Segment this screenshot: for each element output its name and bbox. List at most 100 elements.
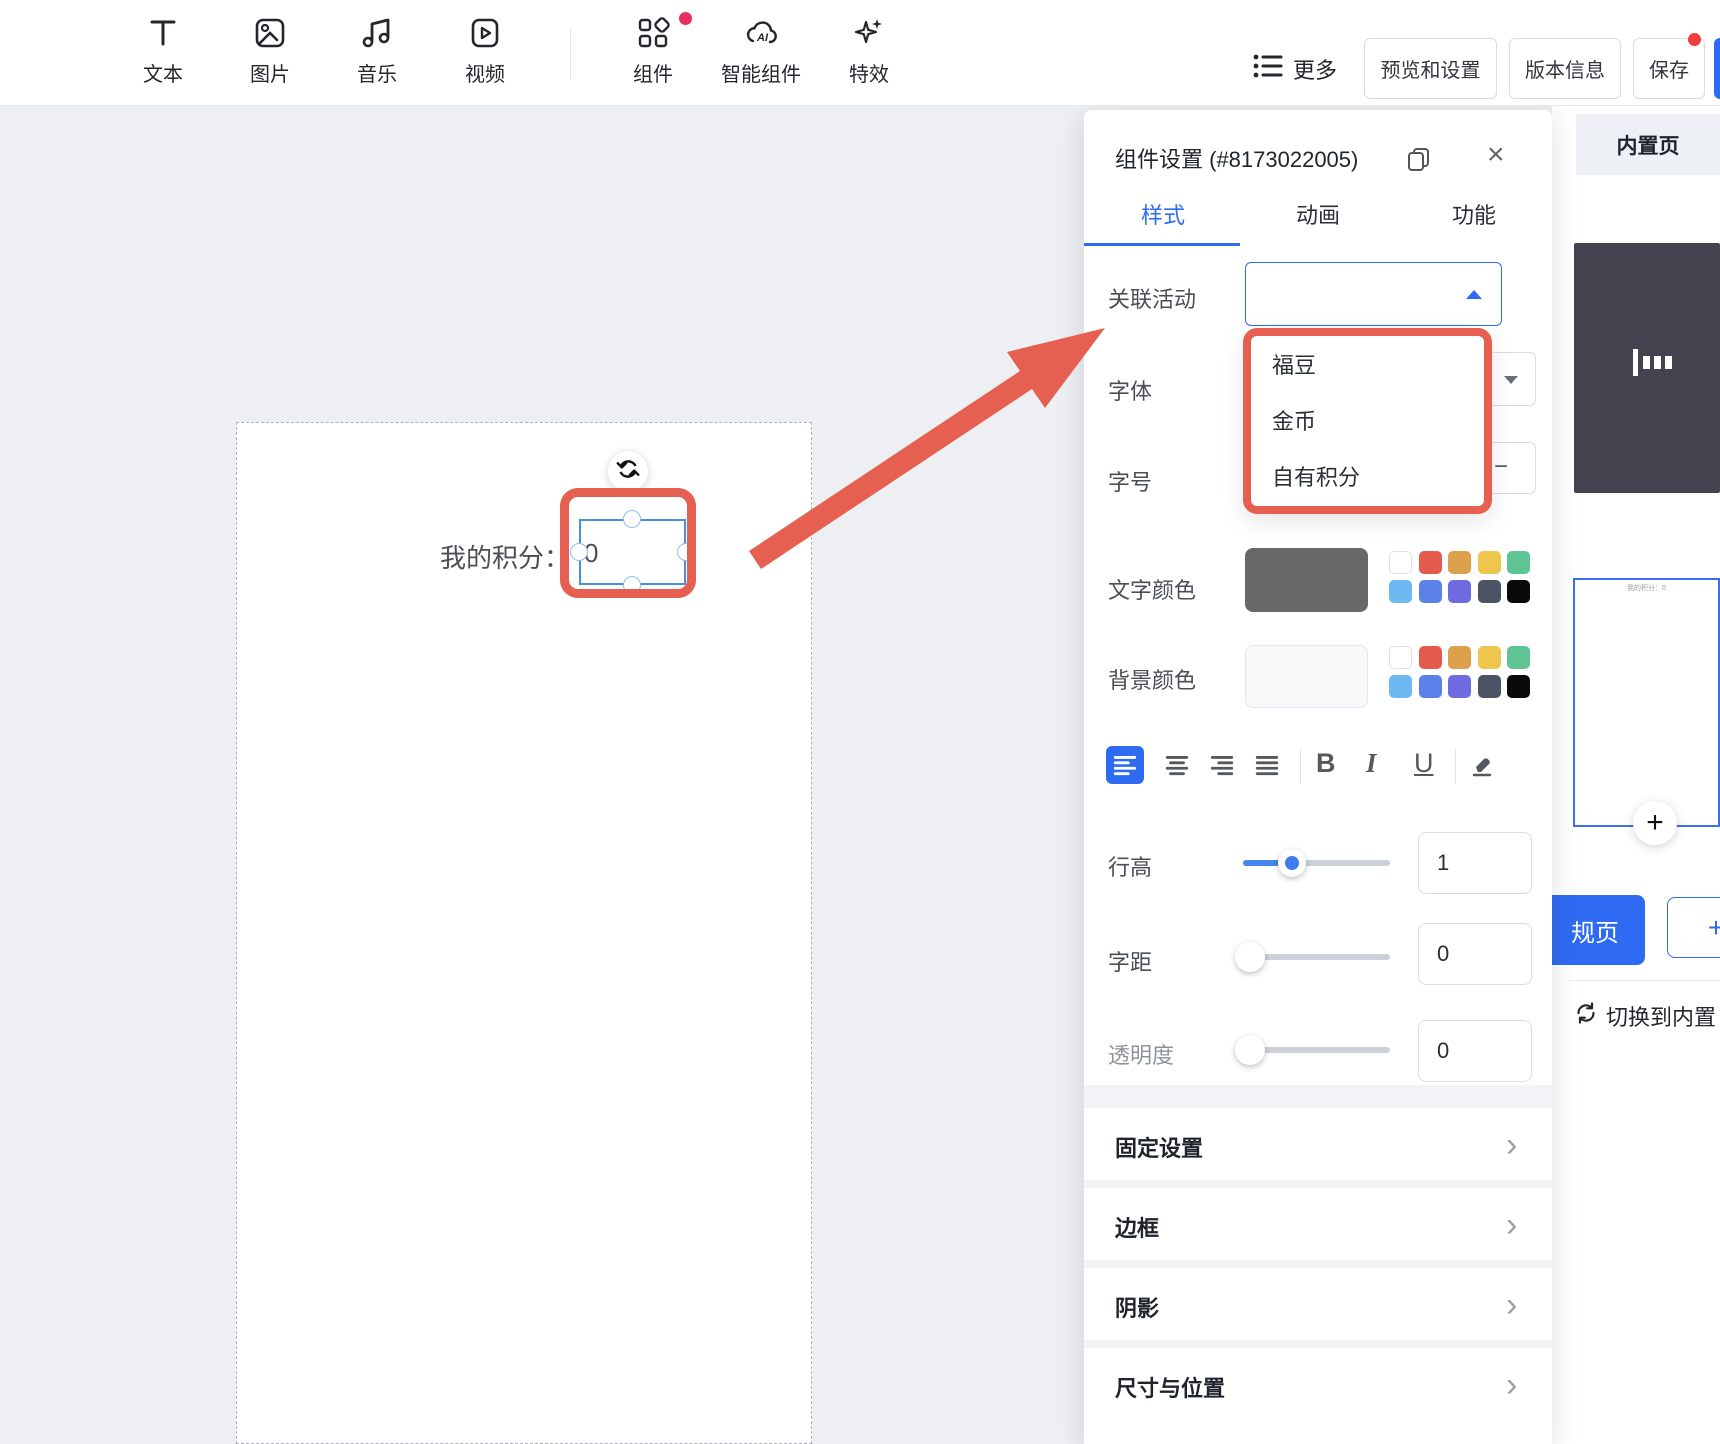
page-thumbnail-dark[interactable] bbox=[1574, 243, 1720, 493]
ai-components-icon: AI bbox=[744, 16, 778, 50]
palette-swatch[interactable] bbox=[1478, 646, 1501, 669]
add-page-button[interactable]: + bbox=[1633, 801, 1677, 845]
activity-select[interactable] bbox=[1245, 262, 1502, 326]
section-gap bbox=[1084, 1260, 1552, 1268]
align-left-button[interactable] bbox=[1106, 746, 1144, 784]
effects-icon bbox=[852, 16, 886, 50]
letter-spacing-input[interactable] bbox=[1418, 923, 1532, 985]
align-justify-button[interactable] bbox=[1248, 746, 1286, 784]
rotate-icon bbox=[616, 457, 640, 486]
letter-spacing-label: 字距 bbox=[1108, 945, 1152, 977]
tool-image[interactable]: 图片 bbox=[222, 8, 318, 98]
page-thumbnail-current[interactable]: 我的积分：0 bbox=[1573, 578, 1720, 827]
chevron-right-icon: › bbox=[1506, 1130, 1517, 1160]
section-label: 阴影 bbox=[1115, 1291, 1159, 1323]
palette-swatch[interactable] bbox=[1448, 646, 1471, 669]
section-gap bbox=[1084, 1340, 1552, 1348]
tab-style[interactable]: 样式 bbox=[1141, 198, 1185, 230]
switch-to-builtin-button[interactable]: 切换到内置 bbox=[1574, 998, 1716, 1034]
letter-spacing-slider[interactable] bbox=[1243, 954, 1390, 960]
opacity-input[interactable] bbox=[1418, 1020, 1532, 1082]
tool-music[interactable]: 音乐 bbox=[329, 8, 425, 98]
chevron-up-icon bbox=[1466, 290, 1482, 299]
palette-swatch[interactable] bbox=[1478, 675, 1501, 698]
line-height-slider[interactable] bbox=[1243, 860, 1390, 866]
resize-handle-bottom[interactable] bbox=[623, 576, 641, 594]
opacity-slider[interactable] bbox=[1243, 1047, 1390, 1053]
palette-swatch[interactable] bbox=[1507, 551, 1530, 574]
underline-button[interactable]: U bbox=[1414, 748, 1434, 779]
resize-handle-top[interactable] bbox=[623, 510, 641, 528]
section-gap bbox=[1084, 1085, 1552, 1108]
save-badge bbox=[1688, 33, 1701, 46]
opacity-slider-handle[interactable] bbox=[1235, 1035, 1265, 1065]
clear-format-icon[interactable] bbox=[1466, 750, 1496, 785]
palette-swatch[interactable] bbox=[1419, 580, 1442, 603]
tab-animation[interactable]: 动画 bbox=[1296, 198, 1340, 230]
tool-ai-components[interactable]: AI 智能组件 bbox=[713, 8, 809, 98]
tool-label: 组件 bbox=[633, 58, 673, 87]
palette-swatch[interactable] bbox=[1448, 580, 1471, 603]
plus-icon: + bbox=[1708, 912, 1720, 944]
panel-title: 组件设置 (#8173022005) bbox=[1115, 142, 1358, 174]
close-icon[interactable]: × bbox=[1487, 143, 1505, 167]
tool-text[interactable]: 文本 bbox=[115, 8, 211, 98]
font-size-field-label: 字号 bbox=[1108, 465, 1152, 497]
letter-spacing-slider-handle[interactable] bbox=[1235, 942, 1265, 972]
align-right-button[interactable] bbox=[1203, 746, 1241, 784]
chevron-right-icon: › bbox=[1506, 1290, 1517, 1320]
text-color-swatch[interactable] bbox=[1245, 548, 1368, 612]
palette-swatch[interactable] bbox=[1419, 646, 1442, 669]
palette-swatch[interactable] bbox=[1507, 646, 1530, 669]
bg-color-swatch[interactable] bbox=[1245, 645, 1368, 708]
dropdown-option-jinbi[interactable]: 金币 bbox=[1272, 402, 1462, 442]
artboard[interactable] bbox=[236, 422, 812, 1444]
palette-swatch[interactable] bbox=[1478, 580, 1501, 603]
align-center-button[interactable] bbox=[1158, 746, 1196, 784]
copy-id-icon[interactable] bbox=[1406, 146, 1432, 177]
italic-button[interactable]: I bbox=[1366, 748, 1377, 779]
clipped-add-page-button[interactable]: + bbox=[1667, 897, 1720, 958]
preview-settings-button[interactable]: 预览和设置 bbox=[1364, 38, 1497, 99]
rail-divider bbox=[1568, 980, 1720, 981]
resize-handle-right[interactable] bbox=[677, 543, 695, 561]
tool-video[interactable]: 视频 bbox=[437, 8, 533, 98]
bold-button[interactable]: B bbox=[1316, 748, 1336, 779]
clipped-primary-button[interactable] bbox=[1714, 38, 1720, 99]
dropdown-option-ziyoujifen[interactable]: 自有积分 bbox=[1272, 458, 1462, 498]
section-label: 固定设置 bbox=[1115, 1131, 1203, 1163]
palette-swatch[interactable] bbox=[1478, 551, 1501, 574]
line-height-slider-handle[interactable] bbox=[1278, 849, 1306, 877]
text-color-field-label: 文字颜色 bbox=[1108, 573, 1196, 605]
tool-label: 特效 bbox=[849, 58, 889, 87]
resize-handle-left[interactable] bbox=[570, 543, 588, 561]
line-height-input[interactable] bbox=[1418, 832, 1532, 894]
palette-swatch[interactable] bbox=[1389, 675, 1412, 698]
active-tab-underline bbox=[1084, 243, 1240, 246]
version-info-button[interactable]: 版本信息 bbox=[1509, 38, 1621, 99]
palette-swatch[interactable] bbox=[1448, 675, 1471, 698]
activity-field-label: 关联活动 bbox=[1108, 282, 1196, 314]
tab-function[interactable]: 功能 bbox=[1452, 198, 1496, 230]
more-button[interactable]: 更多 bbox=[1253, 38, 1337, 99]
refresh-icon bbox=[1574, 1001, 1598, 1031]
palette-swatch[interactable] bbox=[1419, 675, 1442, 698]
palette-swatch[interactable] bbox=[1419, 551, 1442, 574]
save-button[interactable]: 保存 bbox=[1633, 38, 1705, 99]
tool-label: 文本 bbox=[143, 58, 183, 87]
palette-swatch[interactable] bbox=[1389, 551, 1412, 574]
palette-swatch[interactable] bbox=[1389, 646, 1412, 669]
dropdown-option-fudou[interactable]: 福豆 bbox=[1272, 346, 1462, 386]
palette-swatch[interactable] bbox=[1448, 551, 1471, 574]
builtin-page-tab[interactable]: 内置页 bbox=[1576, 114, 1720, 175]
minus-icon[interactable]: − bbox=[1494, 453, 1508, 481]
chevron-right-icon: › bbox=[1506, 1210, 1517, 1240]
tool-components[interactable]: 组件 bbox=[605, 8, 701, 98]
components-icon bbox=[636, 16, 670, 50]
rotate-handle[interactable] bbox=[607, 450, 649, 492]
button-label: 版本信息 bbox=[1525, 54, 1605, 83]
palette-swatch[interactable] bbox=[1389, 580, 1412, 603]
palette-swatch[interactable] bbox=[1507, 675, 1530, 698]
tool-effects[interactable]: 特效 bbox=[821, 8, 917, 98]
palette-swatch[interactable] bbox=[1507, 580, 1530, 603]
